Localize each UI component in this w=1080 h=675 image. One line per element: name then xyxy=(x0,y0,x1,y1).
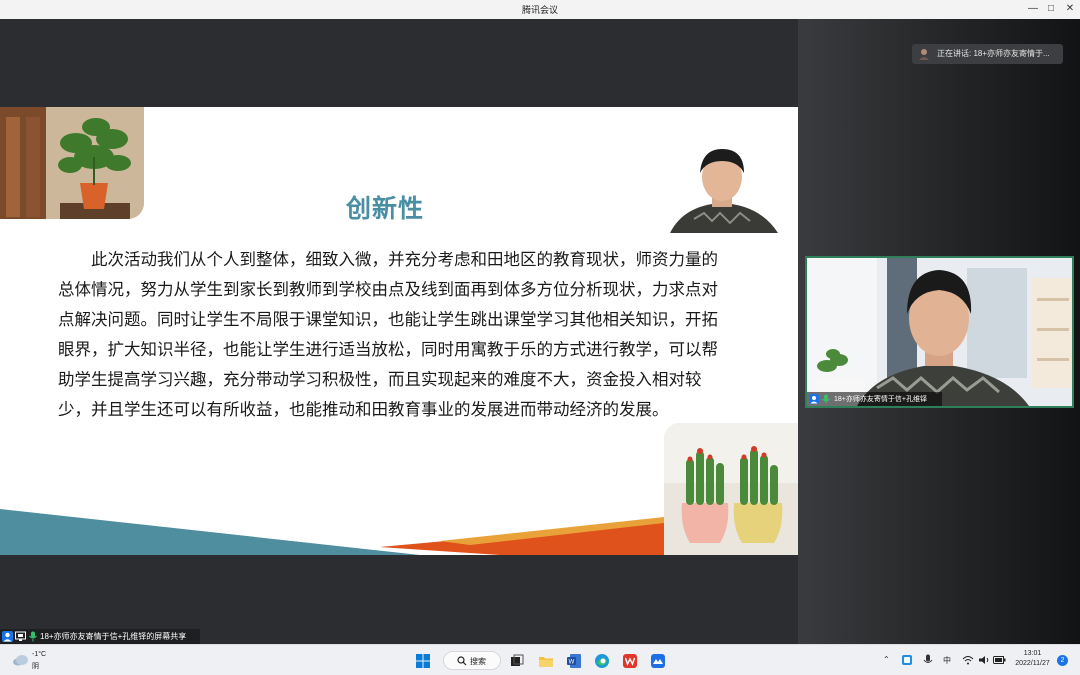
taskbar: -1°C 阴 搜索 W ⌃ 中 13:01 2022/11/27 2 xyxy=(0,644,1080,675)
taskbar-search-box[interactable]: 搜索 xyxy=(443,651,501,670)
title-bar: 腾讯会议 — □ ✕ xyxy=(0,0,1080,19)
slide-body-text: 此次活动我们从个人到整体，细致入微，并充分考虑和田地区的教育现状，师资力量的总体… xyxy=(58,251,718,419)
notification-badge[interactable]: 2 xyxy=(1057,655,1068,666)
window-title: 腾讯会议 xyxy=(521,5,558,15)
windows-start-icon[interactable] xyxy=(415,653,431,669)
task-view-icon[interactable] xyxy=(509,653,525,669)
presentation-slide: 创新性 此次活动我们从个人到整体，细致入微，并充分考虑和田地区的教育现状，师资力… xyxy=(0,107,798,555)
screen-share-status: 18+亦师亦友寄情于信+孔维铎的屏幕共享 xyxy=(0,629,200,644)
screen-share-area: 创新性 此次活动我们从个人到整体，细致入微，并充分考虑和田地区的教育现状，师资力… xyxy=(0,19,798,644)
file-explorer-icon[interactable] xyxy=(538,653,554,669)
slide-title: 创新性 xyxy=(345,195,424,223)
tray-app-icon[interactable] xyxy=(901,654,913,666)
screen-share-icon xyxy=(15,631,26,641)
battery-icon[interactable] xyxy=(993,655,1006,665)
minimize-button[interactable]: — xyxy=(1025,2,1041,16)
weather-temperature: -1°C xyxy=(32,651,47,658)
speaking-indicator[interactable]: 正在讲话: 18+亦师亦友寄情于... xyxy=(912,44,1063,64)
participant-video-tile[interactable]: 18+亦师亦友寄情于信+孔维铎 xyxy=(805,256,1074,408)
speaker-avatar-icon xyxy=(919,49,929,60)
system-clock[interactable]: 13:01 2022/11/27 xyxy=(1010,649,1055,669)
user-icon xyxy=(2,631,13,642)
wifi-icon[interactable] xyxy=(962,655,974,665)
screen-share-label: 18+亦师亦友寄情于信+孔维铎的屏幕共享 xyxy=(40,632,187,641)
svg-text:W: W xyxy=(569,660,575,666)
tray-chevron-icon[interactable]: ⌃ xyxy=(883,655,890,664)
clock-time: 13:01 xyxy=(1023,650,1042,657)
volume-icon[interactable] xyxy=(978,655,990,665)
microphone-icon[interactable] xyxy=(923,654,933,666)
weather-condition: 阴 xyxy=(32,663,39,670)
microphone-icon xyxy=(29,631,37,642)
participant-video-feed xyxy=(807,258,1072,406)
cloud-icon xyxy=(13,655,28,666)
search-label: 搜索 xyxy=(470,657,486,666)
user-icon xyxy=(809,394,819,404)
maximize-button[interactable]: □ xyxy=(1043,2,1059,16)
word-icon[interactable]: W xyxy=(566,653,582,669)
microphone-icon xyxy=(822,394,830,404)
close-button[interactable]: ✕ xyxy=(1062,2,1078,16)
edge-browser-icon[interactable] xyxy=(594,653,610,669)
ime-indicator[interactable]: 中 xyxy=(943,655,951,666)
tencent-meeting-icon[interactable] xyxy=(650,653,666,669)
speaking-label: 正在讲话: 18+亦师亦友寄情于... xyxy=(937,49,1050,58)
clock-date: 2022/11/27 xyxy=(1015,660,1050,667)
wps-office-icon[interactable] xyxy=(622,653,638,669)
search-icon xyxy=(457,656,467,666)
participant-name-bar: 18+亦师亦友寄情于信+孔维铎 xyxy=(807,392,942,406)
slide-decoration-stripes xyxy=(0,509,664,555)
participant-name: 18+亦师亦友寄情于信+孔维铎 xyxy=(834,396,927,403)
